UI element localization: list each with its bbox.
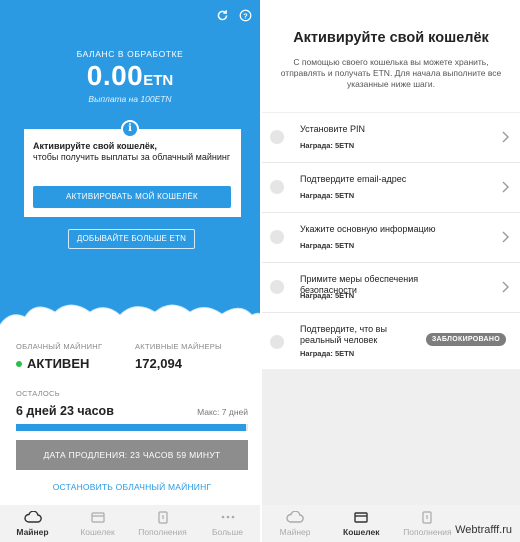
tab-miner[interactable]: Майнер bbox=[262, 505, 328, 542]
active-miners-label: АКТИВНЫЕ МАЙНЕРЫ bbox=[135, 342, 222, 351]
tab-more-label: Больше bbox=[211, 527, 244, 537]
page-title: Активируйте свой кошелёк bbox=[293, 30, 489, 46]
activation-header: Активируйте свой кошелёк С помощью своег… bbox=[262, 0, 520, 112]
tab-deposits-label: Пополнения bbox=[403, 527, 452, 537]
balance-panel: ? БАЛАНС В ОБРАБОТКЕ 0.00ETN Выплата на … bbox=[0, 0, 260, 325]
status-dot-icon bbox=[16, 360, 22, 367]
wallet-icon bbox=[354, 510, 368, 524]
task-reward: Награда: 5ETN bbox=[300, 141, 355, 150]
stop-cloud-mining-link[interactable]: ОСТАНОВИТЬ ОБЛАЧНЫЙ МАЙНИНГ bbox=[0, 482, 260, 492]
wallet-activation-screen: Активируйте свой кошелёк С помощью своег… bbox=[262, 0, 520, 542]
cloud-mining-status-row: АКТИВЕН bbox=[16, 356, 102, 371]
watermark: Webtrafff.ru bbox=[455, 524, 512, 536]
task-title: Подтвердите, что вы реальный человек bbox=[300, 324, 387, 345]
chevron-right-icon bbox=[502, 131, 509, 143]
chevron-right-icon bbox=[502, 231, 509, 243]
max-duration: Макс: 7 дней bbox=[197, 407, 248, 417]
check-circle-icon bbox=[270, 335, 284, 349]
balance-amount: 0.00 bbox=[86, 60, 144, 91]
check-circle-icon bbox=[270, 180, 284, 194]
cloud-mining-label: ОБЛАЧНЫЙ МАЙНИНГ bbox=[16, 342, 103, 351]
task-set-pin[interactable]: Установите PIN Награда: 5ETN bbox=[262, 113, 520, 163]
refresh-icon[interactable] bbox=[215, 8, 229, 22]
remaining-progress-bar bbox=[16, 424, 248, 431]
activate-title: Активируйте свой кошелёк, bbox=[33, 141, 157, 151]
tab-miner-label: Майнер bbox=[279, 527, 311, 537]
tab-wallet[interactable]: Кошелек bbox=[328, 505, 394, 542]
cloud-icon bbox=[286, 510, 304, 524]
tab-deposits[interactable]: Пополнения bbox=[394, 505, 460, 542]
task-title: Установите PIN bbox=[300, 124, 365, 134]
tab-deposits-label: Пополнения bbox=[138, 527, 187, 537]
check-circle-icon bbox=[270, 230, 284, 244]
tab-miner[interactable]: Майнер bbox=[0, 505, 65, 542]
activate-wallet-button[interactable]: АКТИВИРОВАТЬ МОЙ КОШЕЛЁК bbox=[33, 186, 231, 208]
task-reward: Награда: 5ETN bbox=[300, 191, 355, 200]
active-miners-stat: АКТИВНЫЕ МАЙНЕРЫ 172,094 bbox=[135, 342, 222, 371]
task-reward: Награда: 5ETN bbox=[300, 349, 355, 358]
chevron-right-icon bbox=[502, 281, 509, 293]
task-reward: Награда: 5ETN bbox=[300, 291, 355, 300]
activate-body: чтобы получить выплаты за облачный майни… bbox=[33, 152, 231, 162]
chevron-right-icon bbox=[502, 181, 509, 193]
svg-text:?: ? bbox=[243, 11, 248, 20]
task-verify-human: Подтвердите, что вы реальный человек Наг… bbox=[262, 313, 520, 369]
extend-date-button[interactable]: ДАТА ПРОДЛЕНИЯ: 23 ЧАСОВ 59 МИНУТ bbox=[16, 440, 248, 470]
cloud-mining-status: АКТИВЕН bbox=[27, 356, 90, 371]
tab-more[interactable]: Больше bbox=[195, 505, 260, 542]
task-title: Подтвердите email-адрес bbox=[300, 174, 407, 184]
document-icon bbox=[422, 510, 432, 524]
page-description: С помощью своего кошелька вы можете хран… bbox=[280, 57, 502, 89]
top-actions: ? bbox=[215, 8, 252, 22]
cloud-decoration bbox=[0, 304, 260, 340]
task-confirm-email[interactable]: Подтвердите email-адрес Награда: 5ETN bbox=[262, 163, 520, 213]
locked-badge: ЗАБЛОКИРОВАНО bbox=[425, 333, 506, 346]
check-circle-icon bbox=[270, 130, 284, 144]
task-title: Укажите основную информацию bbox=[300, 224, 436, 234]
remaining-progress-fill bbox=[16, 424, 246, 431]
wallet-icon bbox=[90, 510, 105, 524]
tab-deposits[interactable]: Пополнения bbox=[130, 505, 195, 542]
miner-screen: ? БАЛАНС В ОБРАБОТКЕ 0.00ETN Выплата на … bbox=[0, 0, 260, 542]
bottom-tab-bar: Майнер Кошелек Пополнения Больше bbox=[0, 505, 260, 542]
cloud-mining-stat: ОБЛАЧНЫЙ МАЙНИНГ АКТИВЕН bbox=[16, 342, 102, 371]
info-icon: i bbox=[121, 120, 139, 138]
help-icon[interactable]: ? bbox=[238, 8, 252, 22]
tab-wallet-label: Кошелек bbox=[80, 527, 115, 537]
remaining-value: 6 дней 23 часов bbox=[16, 404, 114, 418]
payout-note: Выплата на 100ETN bbox=[88, 94, 172, 104]
task-security[interactable]: Примите меры обеспечения безопасности На… bbox=[262, 263, 520, 313]
cloud-icon bbox=[23, 510, 42, 524]
balance-value: 0.00ETN bbox=[0, 60, 260, 92]
remaining-label: ОСТАЛОСЬ bbox=[16, 389, 60, 398]
tab-miner-label: Майнер bbox=[16, 527, 49, 537]
tab-wallet-label: Кошелек bbox=[343, 527, 380, 537]
activate-wallet-text: Активируйте свой кошелёк, чтобы получить… bbox=[33, 141, 233, 163]
document-icon bbox=[157, 510, 168, 524]
tab-wallet[interactable]: Кошелек bbox=[65, 505, 130, 542]
activation-task-list: Установите PIN Награда: 5ETN Подтвердите… bbox=[262, 113, 520, 369]
active-miners-value: 172,094 bbox=[135, 356, 182, 371]
balance-label: БАЛАНС В ОБРАБОТКЕ bbox=[76, 49, 184, 59]
task-reward: Награда: 5ETN bbox=[300, 241, 355, 250]
balance-currency: ETN bbox=[143, 72, 174, 89]
more-icon bbox=[221, 510, 235, 524]
task-basic-info[interactable]: Укажите основную информацию Награда: 5ET… bbox=[262, 213, 520, 263]
check-circle-icon bbox=[270, 280, 284, 294]
mine-more-button[interactable]: ДОБЫВАЙТЕ БОЛЬШЕ ETN bbox=[68, 229, 195, 249]
activate-wallet-card: Активируйте свой кошелёк, чтобы получить… bbox=[24, 129, 241, 217]
